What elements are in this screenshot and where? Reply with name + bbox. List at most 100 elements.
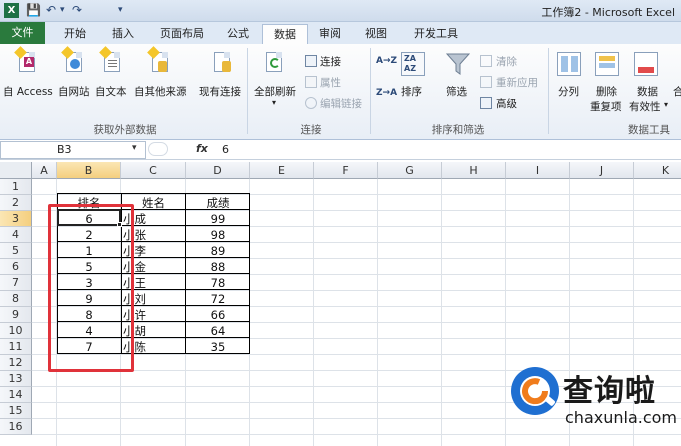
advanced-filter-icon [480,97,492,109]
formula-input[interactable]: 6 [222,143,229,156]
column-header-d[interactable]: D [186,162,250,179]
column-header-j[interactable]: J [570,162,634,179]
column-header-c[interactable]: C [121,162,186,179]
sort-z-to-a-icon[interactable]: Z→A [376,88,397,98]
select-all-corner[interactable] [0,162,32,179]
text-to-columns-icon [557,52,581,76]
table-cell[interactable]: 88 [186,259,250,275]
column-header-i[interactable]: I [506,162,570,179]
column-header-g[interactable]: G [378,162,442,179]
tab-developer[interactable]: 开发工具 [404,24,468,44]
reapply-icon [480,76,492,88]
grid-line [313,179,314,446]
row-header-1[interactable]: 1 [0,179,32,195]
clear-icon [480,55,492,67]
ribbon-divider [548,48,549,134]
watermark-brand-en: chaxunla.com [565,408,677,427]
chaxunla-logo-icon [511,367,559,415]
redo-icon[interactable]: ↷ [72,3,82,18]
window-title: 工作簿2 - Microsoft Excel [541,6,675,19]
ribbon-divider [370,48,371,134]
consolidate-button[interactable]: 合 [673,84,681,99]
insert-function-icon[interactable]: fx [196,142,208,155]
web-icon [61,46,82,72]
column-header-a[interactable]: A [32,162,57,179]
undo-icon[interactable]: ↶ [46,3,56,18]
sort-icon: ZA AZ [401,52,425,76]
tab-insert[interactable]: 插入 [103,24,143,44]
grid-line [441,179,442,446]
remove-duplicates-icon [595,52,619,76]
ribbon-divider [247,48,248,134]
properties-icon [305,76,317,88]
existing-connections-icon [214,52,231,72]
title-bar: X 💾 ↶ ▾ ↷ ▾ 工作簿2 - Microsoft Excel [0,0,681,22]
table-cell[interactable]: 98 [186,227,250,243]
row-header-13[interactable]: 13 [0,371,32,387]
ribbon-tabs: 文件 开始 插入 页面布局 公式 数据 审阅 视图 开发工具 [0,22,681,44]
customize-quick-access-icon[interactable]: ▾ [118,3,123,18]
watermark: 查询啦 chaxunla.com [503,362,679,444]
grid-line [377,179,378,446]
tab-review[interactable]: 审阅 [310,24,350,44]
edit-links-icon [305,97,317,109]
name-box-dropdown-icon[interactable]: ▾ [132,143,137,153]
column-header-h[interactable]: H [442,162,506,179]
filter-funnel-icon [446,53,470,75]
refresh-icon [266,52,282,72]
row-header-16[interactable]: 16 [0,419,32,435]
column-header-f[interactable]: F [314,162,378,179]
row-header-8[interactable]: 8 [0,291,32,307]
row-header-7[interactable]: 7 [0,275,32,291]
table-cell[interactable]: 72 [186,291,250,307]
column-header-b[interactable]: B [57,162,121,179]
name-box[interactable]: B3 [0,141,146,159]
data-validation-dropdown-icon: ▾ [664,100,669,109]
column-header-e[interactable]: E [250,162,314,179]
highlight-annotation-box [48,204,134,372]
refresh-dropdown-icon: ▾ [272,98,277,107]
table-cell[interactable]: 89 [186,243,250,259]
group-label-connections: 连接 [300,124,322,136]
group-label-data-tools: 数据工具 [628,124,670,136]
row-header-9[interactable]: 9 [0,307,32,323]
tab-data[interactable]: 数据 [262,24,308,44]
data-validation-icon [634,52,658,76]
tab-page-layout[interactable]: 页面布局 [150,24,214,44]
group-label-external-data: 获取外部数据 [93,124,157,136]
table-cell[interactable]: 35 [186,339,250,355]
row-header-12[interactable]: 12 [0,355,32,371]
row-header-15[interactable]: 15 [0,403,32,419]
column-header-k[interactable]: K [634,162,681,179]
formula-bar: B3 ▾ fx 6 [0,140,681,160]
other-sources-icon [147,46,168,72]
undo-dropdown-icon[interactable]: ▾ [60,3,65,18]
row-header-14[interactable]: 14 [0,387,32,403]
excel-app-icon[interactable]: X [4,3,19,18]
tab-formulas[interactable]: 公式 [218,24,258,44]
row-header-10[interactable]: 10 [0,323,32,339]
row-header-2[interactable]: 2 [0,195,32,211]
save-icon[interactable]: 💾 [26,3,41,18]
sort-a-to-z-icon[interactable]: A→Z [376,56,397,66]
table-cell[interactable]: 64 [186,323,250,339]
table-cell[interactable]: 78 [186,275,250,291]
tab-view[interactable]: 视图 [356,24,396,44]
tab-home[interactable]: 开始 [55,24,95,44]
table-cell[interactable]: 99 [186,211,250,227]
row-header-11[interactable]: 11 [0,339,32,355]
watermark-brand-cn: 查询啦 [563,374,656,409]
formula-bar-resize-handle[interactable] [148,142,168,156]
table-cell[interactable]: 66 [186,307,250,323]
row-header-6[interactable]: 6 [0,259,32,275]
group-label-sort-filter: 排序和筛选 [431,124,485,136]
ribbon: A 自 Access 自网站 自文本 自其他来源 现有连接 获取外部数据 全部刷… [0,44,681,140]
access-icon: A [14,46,35,72]
connections-icon [305,55,317,67]
tab-file[interactable]: 文件 [0,22,45,44]
row-header-4[interactable]: 4 [0,227,32,243]
text-file-icon [99,46,120,72]
row-header-3[interactable]: 3 [0,211,32,227]
table-header-cell[interactable]: 成绩 [186,195,250,211]
row-header-5[interactable]: 5 [0,243,32,259]
